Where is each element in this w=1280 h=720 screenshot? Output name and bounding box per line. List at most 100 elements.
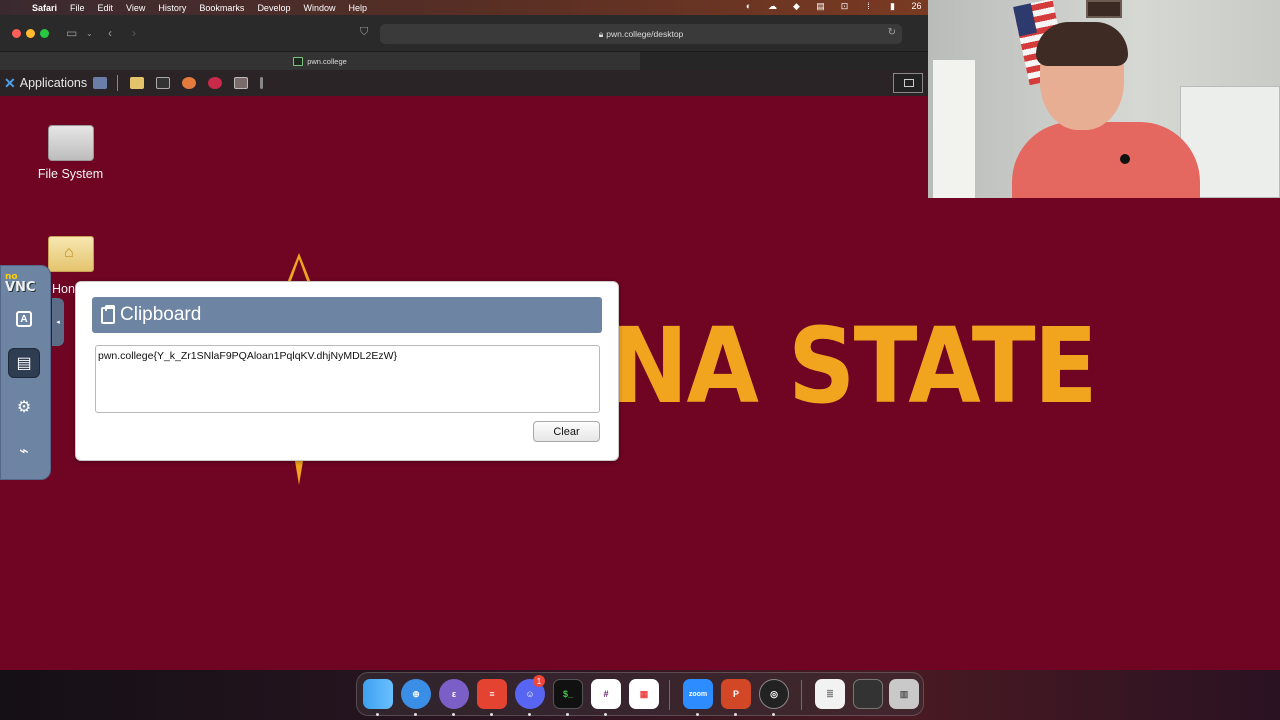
menu-safari[interactable]: Safari <box>32 3 57 13</box>
forward-icon[interactable]: › <box>132 26 136 40</box>
status-icon-c[interactable]: ⊡ <box>839 1 850 12</box>
webcam-paper <box>933 60 975 198</box>
safari-icon[interactable]: ⊕ <box>401 679 431 709</box>
sidebar-toggle-icon[interactable]: ▭ <box>66 26 77 40</box>
control-bar-handle[interactable]: ◂ <box>52 298 64 346</box>
show-desktop-icon[interactable] <box>93 77 108 89</box>
terminal-dock-icon[interactable]: $_ <box>553 679 583 709</box>
powerpoint-icon[interactable]: P <box>721 679 751 709</box>
browser-icon[interactable] <box>182 77 197 89</box>
menu-window[interactable]: Window <box>303 3 335 13</box>
reload-icon[interactable]: ↻ <box>888 27 896 38</box>
dock-running-dot <box>604 713 607 716</box>
emacs-icon[interactable]: ε <box>439 679 469 709</box>
back-icon[interactable]: ‹ <box>108 26 112 40</box>
xfce-logo-icon: ✕ <box>4 74 16 91</box>
address-url: pwn.college/desktop <box>606 29 684 39</box>
xfce-panel: ✕ Applications <box>0 70 928 96</box>
keyboard-button[interactable]: A <box>8 304 40 334</box>
filesystem-desktop-icon[interactable]: File System <box>28 125 113 181</box>
status-icon-d[interactable]: ⁞ <box>863 1 874 12</box>
home-folder-icon <box>48 236 94 272</box>
menu-help[interactable]: Help <box>348 3 367 13</box>
macos-menu-bar: Safari File Edit View History Bookmarks … <box>0 0 928 15</box>
settings-button[interactable]: ⚙ <box>8 392 40 422</box>
webcam-person-shirt <box>1012 122 1200 198</box>
panel-handle-icon[interactable] <box>260 77 264 89</box>
webcam-mic <box>1120 154 1130 164</box>
audio-icon[interactable]: ▮ <box>887 1 898 12</box>
menu-file[interactable]: File <box>70 3 85 13</box>
window-close-button[interactable] <box>12 29 21 38</box>
menu-edit[interactable]: Edit <box>98 3 114 13</box>
novnc-control-bar: no VNC A ▤ ⚙ ⌁ <box>0 265 51 480</box>
zoom-icon[interactable]: zoom <box>683 679 713 709</box>
clipboard-title: Clipboard <box>120 304 202 325</box>
clipboard-panel: Clipboard pwn.college{Y_k_Zr1SNlaF9PQAlo… <box>75 281 619 461</box>
webcam-person-hair <box>1036 22 1128 66</box>
menu-develop[interactable]: Develop <box>257 3 290 13</box>
discord-badge: 1 <box>533 675 545 687</box>
calendar-icon[interactable]: ▦ <box>629 679 659 709</box>
chevron-down-icon[interactable]: ⌄ <box>86 29 93 38</box>
address-bar[interactable]: 🔒︎ pwn.college/desktop ↻ <box>380 24 902 44</box>
tab-pwn-college[interactable]: pwn.college <box>0 52 640 70</box>
menu-bookmarks[interactable]: Bookmarks <box>199 3 244 13</box>
docker-icon[interactable]: ☁ <box>767 1 778 12</box>
applications-menu-button[interactable]: ✕ Applications <box>4 75 87 92</box>
novnc-logo: no VNC <box>5 272 36 295</box>
clipboard-icon: ▤ <box>16 355 32 372</box>
filesystem-label: File System <box>37 167 104 181</box>
clear-button[interactable]: Clear <box>533 421 600 442</box>
panel-separator <box>117 75 119 91</box>
privacy-shield-icon[interactable]: ⛉ <box>360 26 368 39</box>
obs-icon[interactable]: ◎ <box>759 679 789 709</box>
status-icon-a[interactable]: ◐ <box>743 1 754 12</box>
safari-toolbar: ▭ ⌄ ‹ › ⛉ 🔒︎ pwn.college/desktop ↻ <box>0 15 928 52</box>
dock-running-dot <box>490 713 493 716</box>
applications-label: Applications <box>19 76 88 90</box>
calendar-date-icon[interactable]: 26 <box>911 1 922 12</box>
dock-running-dot <box>414 713 417 716</box>
dock-separator-2 <box>801 680 802 710</box>
dock-running-dot <box>528 713 531 716</box>
dock-running-dot <box>376 713 379 716</box>
slack-icon[interactable]: # <box>591 679 621 709</box>
webcam-overlay <box>928 0 1280 198</box>
clipboard-header: Clipboard <box>92 297 602 333</box>
todoist-icon[interactable]: ≡ <box>477 679 507 709</box>
dock-running-dot <box>452 713 455 716</box>
dock-separator <box>669 680 670 710</box>
clipboard-textarea[interactable]: pwn.college{Y_k_Zr1SNlaF9PQAloan1PqlqKV.… <box>95 345 600 413</box>
lock-icon: 🔒︎ <box>598 28 604 39</box>
document-icon[interactable]: ≣ <box>815 679 845 709</box>
ida-icon[interactable] <box>208 77 223 89</box>
disconnect-button[interactable]: ⌁ <box>8 436 40 466</box>
menu-view[interactable]: View <box>126 3 145 13</box>
finder-icon[interactable] <box>363 679 393 709</box>
screen-icon[interactable] <box>853 679 883 709</box>
window-minimize-button[interactable] <box>26 29 35 38</box>
dock-running-dot <box>566 713 569 716</box>
status-icon-b[interactable]: ▤ <box>815 1 826 12</box>
terminal-favicon-icon <box>293 56 304 66</box>
macos-dock: ⊕ ε ≡ ☺ 1 $_ # ▦ zoom P ◎ ≣ ▥ <box>356 672 924 716</box>
menu-history[interactable]: History <box>158 3 186 13</box>
webcam-frame <box>1086 0 1122 18</box>
asu-wordmark: NA STATE <box>610 305 1098 427</box>
file-manager-icon[interactable] <box>130 77 145 89</box>
window-icon[interactable] <box>234 77 249 89</box>
dropbox-icon[interactable]: ◆ <box>791 1 802 12</box>
home-desktop-icon[interactable] <box>44 236 98 272</box>
clipboard-icon <box>101 304 115 324</box>
clipboard-button[interactable]: ▤ <box>8 348 40 378</box>
trash-icon[interactable]: ▥ <box>889 679 919 709</box>
active-terminal-button[interactable] <box>893 73 923 93</box>
gear-icon: ⚙ <box>16 399 32 416</box>
drive-icon <box>47 125 94 161</box>
window-maximize-button[interactable] <box>40 29 49 38</box>
terminal-icon[interactable] <box>156 77 171 89</box>
tab-bar: pwn.college <box>0 52 928 70</box>
menubar-status-icons: ◐ ☁ ◆ ▤ ⊡ ⁞ ▮ 26 <box>743 1 922 12</box>
tab-title: pwn.college <box>307 56 347 66</box>
